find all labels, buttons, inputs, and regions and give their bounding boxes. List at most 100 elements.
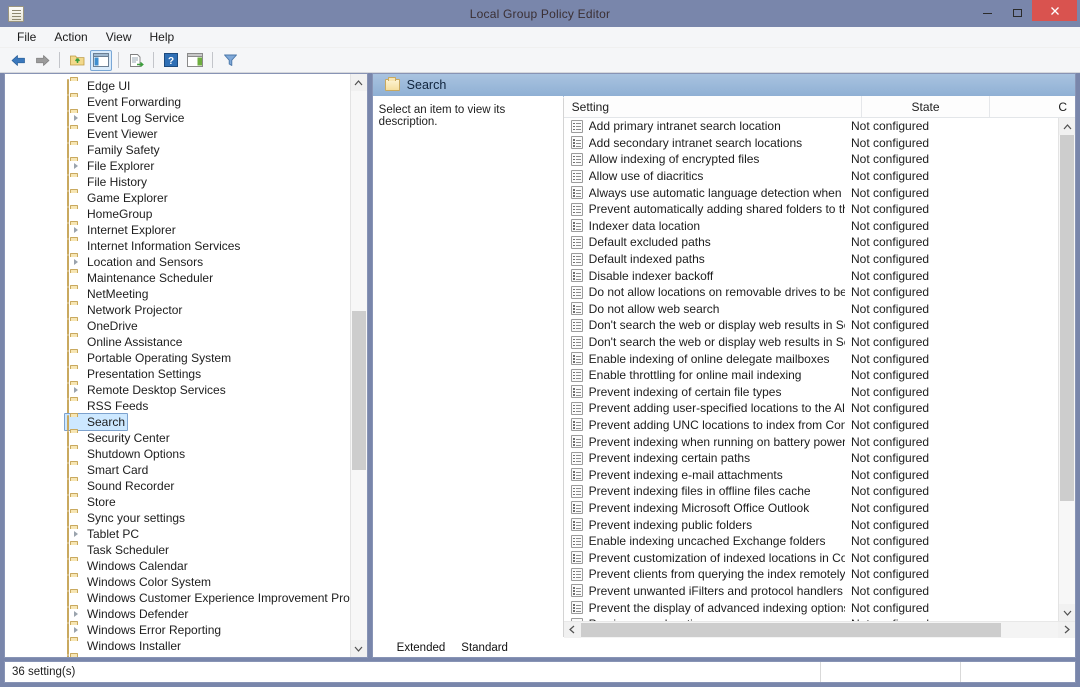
tree-item-event-forwarding[interactable]: Event Forwarding — [5, 94, 350, 111]
tree-item-homegroup[interactable]: HomeGroup — [5, 206, 350, 223]
tree-item-task-scheduler[interactable]: Task Scheduler — [5, 542, 350, 559]
tree-item-windows-color-system[interactable]: Windows Color System — [5, 574, 350, 591]
table-row[interactable]: Don't search the web or display web resu… — [564, 317, 1058, 334]
tree-scroll-track[interactable] — [350, 91, 367, 640]
tree-item-security-center[interactable]: Security Center — [5, 430, 350, 447]
table-row[interactable]: Prevent unwanted iFilters and protocol h… — [564, 583, 1058, 600]
table-row[interactable]: Prevent indexing public folders Not confi… — [564, 516, 1058, 533]
table-row[interactable]: Default excluded paths Not configured — [564, 234, 1058, 251]
table-row[interactable]: Default indexed paths Not configured — [564, 251, 1058, 268]
tree-item-internet-information-services[interactable]: Internet Information Services — [5, 238, 350, 255]
table-row[interactable]: Enable throttling for online mail indexi… — [564, 367, 1058, 384]
table-row[interactable]: Don't search the web or display web resu… — [564, 334, 1058, 351]
tree-item-windows-logon-options[interactable]: Windows Logon Options — [5, 654, 350, 657]
tree-item-netmeeting[interactable]: NetMeeting — [5, 286, 350, 303]
tree-item-rss-feeds[interactable]: RSS Feeds — [5, 398, 350, 415]
show-hide-action-pane-button[interactable] — [184, 50, 206, 71]
settings-scroll-thumb[interactable] — [1060, 135, 1074, 501]
tree-item-windows-error-reporting[interactable]: Windows Error Reporting — [5, 622, 350, 639]
tree-vertical-scrollbar[interactable] — [349, 74, 367, 657]
filter-button[interactable] — [219, 50, 241, 71]
tree-item-network-projector[interactable]: Network Projector — [5, 302, 350, 319]
table-row[interactable]: Prevent indexing certain paths Not config… — [564, 450, 1058, 467]
settings-scroll-down-button[interactable] — [1059, 604, 1075, 621]
tree-item-sound-recorder[interactable]: Sound Recorder — [5, 478, 350, 495]
tree-scroll-up-button[interactable] — [350, 74, 367, 91]
settings-scroll-right-button[interactable] — [1058, 621, 1075, 638]
table-row[interactable]: Allow indexing of encrypted files Not con… — [564, 151, 1058, 168]
table-row[interactable]: Prevent the display of advanced indexing… — [564, 599, 1058, 616]
column-setting[interactable]: Setting — [564, 96, 862, 117]
table-row[interactable]: Prevent automatically adding shared fold… — [564, 201, 1058, 218]
table-row[interactable]: Prevent clients from querying the index … — [564, 566, 1058, 583]
tree-item-edge-ui[interactable]: Edge UI — [5, 78, 350, 95]
tree-item-windows-defender[interactable]: Windows Defender — [5, 606, 350, 623]
table-row[interactable]: Prevent indexing files in offline files … — [564, 483, 1058, 500]
table-row[interactable]: Prevent indexing e-mail attachments Not c… — [564, 466, 1058, 483]
tab-extended[interactable]: Extended — [385, 640, 456, 657]
table-row[interactable]: Prevent adding UNC locations to index fr… — [564, 417, 1058, 434]
settings-rows-container[interactable]: Add primary intranet search location Not … — [564, 118, 1058, 621]
tree-item-online-assistance[interactable]: Online Assistance — [5, 334, 350, 351]
tree-item-file-explorer[interactable]: File Explorer — [5, 158, 350, 175]
menu-view[interactable]: View — [97, 28, 141, 46]
tree-item-tablet-pc[interactable]: Tablet PC — [5, 526, 350, 543]
policy-tree[interactable]: Edge UI Event Forwarding Event Log Service… — [5, 74, 350, 657]
table-row[interactable]: Allow use of diacritics Not configured — [564, 168, 1058, 185]
tree-item-presentation-settings[interactable]: Presentation Settings — [5, 366, 350, 383]
up-one-level-button[interactable] — [66, 50, 88, 71]
table-row[interactable]: Do not allow web search Not configured — [564, 301, 1058, 318]
table-row[interactable]: Prevent indexing of certain file types No… — [564, 384, 1058, 401]
table-row[interactable]: Indexer data location Not configured — [564, 218, 1058, 235]
tree-item-maintenance-scheduler[interactable]: Maintenance Scheduler — [5, 270, 350, 287]
tree-item-event-viewer[interactable]: Event Viewer — [5, 126, 350, 143]
forward-button[interactable] — [31, 50, 53, 71]
table-row[interactable]: Do not allow locations on removable driv… — [564, 284, 1058, 301]
settings-scroll-up-button[interactable] — [1059, 118, 1075, 135]
table-row[interactable]: Add primary intranet search location Not … — [564, 118, 1058, 135]
tree-item-shutdown-options[interactable]: Shutdown Options — [5, 446, 350, 463]
tree-item-internet-explorer[interactable]: Internet Explorer — [5, 222, 350, 239]
tree-item-remote-desktop-services[interactable]: Remote Desktop Services — [5, 382, 350, 399]
tree-item-game-explorer[interactable]: Game Explorer — [5, 190, 350, 207]
table-row[interactable]: Prevent adding user-specified locations … — [564, 400, 1058, 417]
settings-hscroll-track[interactable] — [580, 621, 1058, 638]
tree-item-file-history[interactable]: File History — [5, 174, 350, 191]
tree-item-family-safety[interactable]: Family Safety — [5, 142, 350, 159]
tree-item-sync-your-settings[interactable]: Sync your settings — [5, 510, 350, 527]
tree-item-onedrive[interactable]: OneDrive — [5, 318, 350, 335]
menu-help[interactable]: Help — [141, 28, 184, 46]
menu-action[interactable]: Action — [45, 28, 96, 46]
tree-scroll-thumb[interactable] — [351, 310, 366, 470]
table-row[interactable]: Prevent customization of indexed locatio… — [564, 549, 1058, 566]
table-row[interactable]: Disable indexer backoff Not configured — [564, 267, 1058, 284]
table-row[interactable]: Add secondary intranet search locations N… — [564, 135, 1058, 152]
table-row[interactable]: Enable indexing uncached Exchange folder… — [564, 533, 1058, 550]
tree-item-location-and-sensors[interactable]: Location and Sensors — [5, 254, 350, 271]
settings-scroll-track[interactable] — [1059, 135, 1075, 604]
tree-item-content[interactable]: Windows Logon Options — [64, 653, 220, 657]
tree-item-windows-calendar[interactable]: Windows Calendar — [5, 558, 350, 575]
menu-file[interactable]: File — [8, 28, 45, 46]
tree-item-search[interactable]: Search — [5, 413, 350, 431]
settings-vertical-scrollbar[interactable] — [1058, 118, 1075, 621]
export-list-button[interactable] — [125, 50, 147, 71]
tree-item-store[interactable]: Store — [5, 494, 350, 511]
tree-item-portable-operating-system[interactable]: Portable Operating System — [5, 350, 350, 367]
column-comment[interactable]: C — [990, 96, 1075, 117]
show-hide-console-tree-button[interactable] — [90, 49, 112, 71]
tree-item-smart-card[interactable]: Smart Card — [5, 462, 350, 479]
table-row[interactable]: Always use automatic language detection … — [564, 184, 1058, 201]
back-button[interactable] — [7, 50, 29, 71]
settings-hscroll-thumb[interactable] — [580, 622, 1001, 637]
settings-horizontal-scrollbar[interactable] — [563, 621, 1075, 638]
table-row[interactable]: Prevent indexing Microsoft Office Outloo… — [564, 500, 1058, 517]
table-row[interactable]: Prevent indexing when running on battery… — [564, 433, 1058, 450]
tree-item-windows-customer-experience-improvement-program[interactable]: Windows Customer Experience Improvement … — [5, 590, 350, 607]
table-row[interactable]: Enable indexing of online delegate mailb… — [564, 350, 1058, 367]
column-state[interactable]: State — [862, 96, 990, 117]
tree-item-event-log-service[interactable]: Event Log Service — [5, 110, 350, 127]
tab-standard[interactable]: Standard — [449, 640, 518, 657]
tree-scroll-down-button[interactable] — [350, 640, 367, 657]
settings-scroll-left-button[interactable] — [563, 621, 581, 638]
